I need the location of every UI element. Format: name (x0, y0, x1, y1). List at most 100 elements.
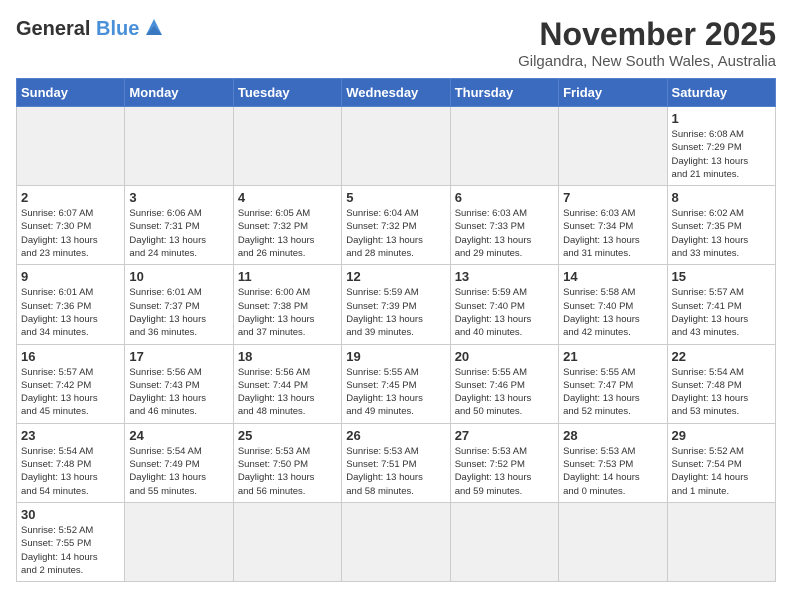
day-number: 30 (21, 507, 120, 522)
calendar-cell: 19 Sunrise: 5:55 AM Sunset: 7:45 PM Dayli… (342, 344, 450, 423)
calendar-cell (450, 502, 558, 581)
day-info: Sunrise: 5:55 AM Sunset: 7:47 PM Dayligh… (563, 366, 662, 419)
day-number: 14 (563, 269, 662, 284)
logo-text: General Blue (16, 18, 139, 41)
day-info: Sunrise: 5:57 AM Sunset: 7:41 PM Dayligh… (672, 286, 771, 339)
calendar-cell: 27 Sunrise: 5:53 AM Sunset: 7:52 PM Dayli… (450, 423, 558, 502)
day-number: 18 (238, 349, 337, 364)
day-info: Sunrise: 6:00 AM Sunset: 7:38 PM Dayligh… (238, 286, 337, 339)
day-info: Sunrise: 5:57 AM Sunset: 7:42 PM Dayligh… (21, 366, 120, 419)
day-info: Sunrise: 5:53 AM Sunset: 7:52 PM Dayligh… (455, 445, 554, 498)
day-number: 20 (455, 349, 554, 364)
calendar-cell: 20 Sunrise: 5:55 AM Sunset: 7:46 PM Dayli… (450, 344, 558, 423)
calendar-cell (233, 107, 341, 186)
calendar-cell (125, 502, 233, 581)
calendar-week-row: 23 Sunrise: 5:54 AM Sunset: 7:48 PM Dayli… (17, 423, 776, 502)
calendar-cell: 18 Sunrise: 5:56 AM Sunset: 7:44 PM Dayli… (233, 344, 341, 423)
day-number: 16 (21, 349, 120, 364)
day-info: Sunrise: 6:04 AM Sunset: 7:32 PM Dayligh… (346, 207, 445, 260)
calendar-cell: 1 Sunrise: 6:08 AM Sunset: 7:29 PM Daylig… (667, 107, 775, 186)
day-number: 1 (672, 111, 771, 126)
calendar-cell: 12Sunrise: 5:59 AM Sunset: 7:39 PM Dayli… (342, 265, 450, 344)
day-info: Sunrise: 6:07 AM Sunset: 7:30 PM Dayligh… (21, 207, 120, 260)
day-number: 27 (455, 428, 554, 443)
calendar-cell: 17 Sunrise: 5:56 AM Sunset: 7:43 PM Dayli… (125, 344, 233, 423)
day-info: Sunrise: 6:02 AM Sunset: 7:35 PM Dayligh… (672, 207, 771, 260)
calendar-cell: 26Sunrise: 5:53 AM Sunset: 7:51 PM Dayli… (342, 423, 450, 502)
calendar-cell: 29Sunrise: 5:52 AM Sunset: 7:54 PM Dayli… (667, 423, 775, 502)
day-number: 8 (672, 190, 771, 205)
day-number: 17 (129, 349, 228, 364)
calendar-cell (559, 502, 667, 581)
calendar-cell: 8 Sunrise: 6:02 AM Sunset: 7:35 PM Daylig… (667, 186, 775, 265)
day-info: Sunrise: 5:56 AM Sunset: 7:43 PM Dayligh… (129, 366, 228, 419)
calendar-week-row: 9Sunrise: 6:01 AM Sunset: 7:36 PM Daylig… (17, 265, 776, 344)
weekday-header-monday: Monday (125, 79, 233, 107)
day-number: 22 (672, 349, 771, 364)
day-info: Sunrise: 5:59 AM Sunset: 7:39 PM Dayligh… (346, 286, 445, 339)
logo-icon (143, 16, 165, 43)
weekday-header-sunday: Sunday (17, 79, 125, 107)
weekday-header-thursday: Thursday (450, 79, 558, 107)
day-number: 6 (455, 190, 554, 205)
calendar-cell: 7Sunrise: 6:03 AM Sunset: 7:34 PM Daylig… (559, 186, 667, 265)
calendar-week-row: 2 Sunrise: 6:07 AM Sunset: 7:30 PM Daylig… (17, 186, 776, 265)
month-title: November 2025 (518, 16, 776, 53)
calendar-cell: 11Sunrise: 6:00 AM Sunset: 7:38 PM Dayli… (233, 265, 341, 344)
day-info: Sunrise: 6:01 AM Sunset: 7:36 PM Dayligh… (21, 286, 120, 339)
day-number: 4 (238, 190, 337, 205)
calendar-week-row: 1 Sunrise: 6:08 AM Sunset: 7:29 PM Daylig… (17, 107, 776, 186)
day-number: 10 (129, 269, 228, 284)
day-info: Sunrise: 5:56 AM Sunset: 7:44 PM Dayligh… (238, 366, 337, 419)
day-number: 2 (21, 190, 120, 205)
day-number: 29 (672, 428, 771, 443)
calendar-cell (667, 502, 775, 581)
day-info: Sunrise: 5:59 AM Sunset: 7:40 PM Dayligh… (455, 286, 554, 339)
day-info: Sunrise: 6:01 AM Sunset: 7:37 PM Dayligh… (129, 286, 228, 339)
day-info: Sunrise: 5:55 AM Sunset: 7:46 PM Dayligh… (455, 366, 554, 419)
day-number: 7 (563, 190, 662, 205)
day-number: 24 (129, 428, 228, 443)
calendar-week-row: 30 Sunrise: 5:52 AM Sunset: 7:55 PM Dayli… (17, 502, 776, 581)
calendar-cell (342, 502, 450, 581)
calendar-cell: 13 Sunrise: 5:59 AM Sunset: 7:40 PM Dayli… (450, 265, 558, 344)
calendar-cell: 22 Sunrise: 5:54 AM Sunset: 7:48 PM Dayli… (667, 344, 775, 423)
day-info: Sunrise: 5:54 AM Sunset: 7:48 PM Dayligh… (672, 366, 771, 419)
day-info: Sunrise: 6:05 AM Sunset: 7:32 PM Dayligh… (238, 207, 337, 260)
calendar-cell: 24 Sunrise: 5:54 AM Sunset: 7:49 PM Dayli… (125, 423, 233, 502)
calendar-week-row: 16 Sunrise: 5:57 AM Sunset: 7:42 PM Dayli… (17, 344, 776, 423)
calendar-cell: 2 Sunrise: 6:07 AM Sunset: 7:30 PM Daylig… (17, 186, 125, 265)
page-header: General Blue November 2025 Gilgandra, Ne… (16, 16, 776, 70)
day-number: 15 (672, 269, 771, 284)
calendar-cell (125, 107, 233, 186)
day-info: Sunrise: 5:52 AM Sunset: 7:55 PM Dayligh… (21, 524, 120, 577)
calendar-cell: 5Sunrise: 6:04 AM Sunset: 7:32 PM Daylig… (342, 186, 450, 265)
calendar-cell: 28Sunrise: 5:53 AM Sunset: 7:53 PM Dayli… (559, 423, 667, 502)
day-info: Sunrise: 5:55 AM Sunset: 7:45 PM Dayligh… (346, 366, 445, 419)
calendar-cell (17, 107, 125, 186)
calendar-cell (342, 107, 450, 186)
calendar-cell: 21Sunrise: 5:55 AM Sunset: 7:47 PM Dayli… (559, 344, 667, 423)
calendar-cell: 3Sunrise: 6:06 AM Sunset: 7:31 PM Daylig… (125, 186, 233, 265)
weekday-header-row: SundayMondayTuesdayWednesdayThursdayFrid… (17, 79, 776, 107)
day-info: Sunrise: 5:54 AM Sunset: 7:48 PM Dayligh… (21, 445, 120, 498)
day-info: Sunrise: 5:53 AM Sunset: 7:51 PM Dayligh… (346, 445, 445, 498)
day-number: 23 (21, 428, 120, 443)
calendar-cell: 15 Sunrise: 5:57 AM Sunset: 7:41 PM Dayli… (667, 265, 775, 344)
day-number: 13 (455, 269, 554, 284)
day-number: 19 (346, 349, 445, 364)
day-info: Sunrise: 5:53 AM Sunset: 7:50 PM Dayligh… (238, 445, 337, 498)
calendar-cell: 14Sunrise: 5:58 AM Sunset: 7:40 PM Dayli… (559, 265, 667, 344)
day-info: Sunrise: 6:06 AM Sunset: 7:31 PM Dayligh… (129, 207, 228, 260)
calendar-cell: 30 Sunrise: 5:52 AM Sunset: 7:55 PM Dayli… (17, 502, 125, 581)
day-info: Sunrise: 6:08 AM Sunset: 7:29 PM Dayligh… (672, 128, 771, 181)
weekday-header-friday: Friday (559, 79, 667, 107)
calendar-table: SundayMondayTuesdayWednesdayThursdayFrid… (16, 78, 776, 582)
day-number: 28 (563, 428, 662, 443)
day-info: Sunrise: 6:03 AM Sunset: 7:33 PM Dayligh… (455, 207, 554, 260)
day-info: Sunrise: 5:54 AM Sunset: 7:49 PM Dayligh… (129, 445, 228, 498)
weekday-header-wednesday: Wednesday (342, 79, 450, 107)
calendar-cell (450, 107, 558, 186)
calendar-cell: 23 Sunrise: 5:54 AM Sunset: 7:48 PM Dayli… (17, 423, 125, 502)
calendar-cell (233, 502, 341, 581)
